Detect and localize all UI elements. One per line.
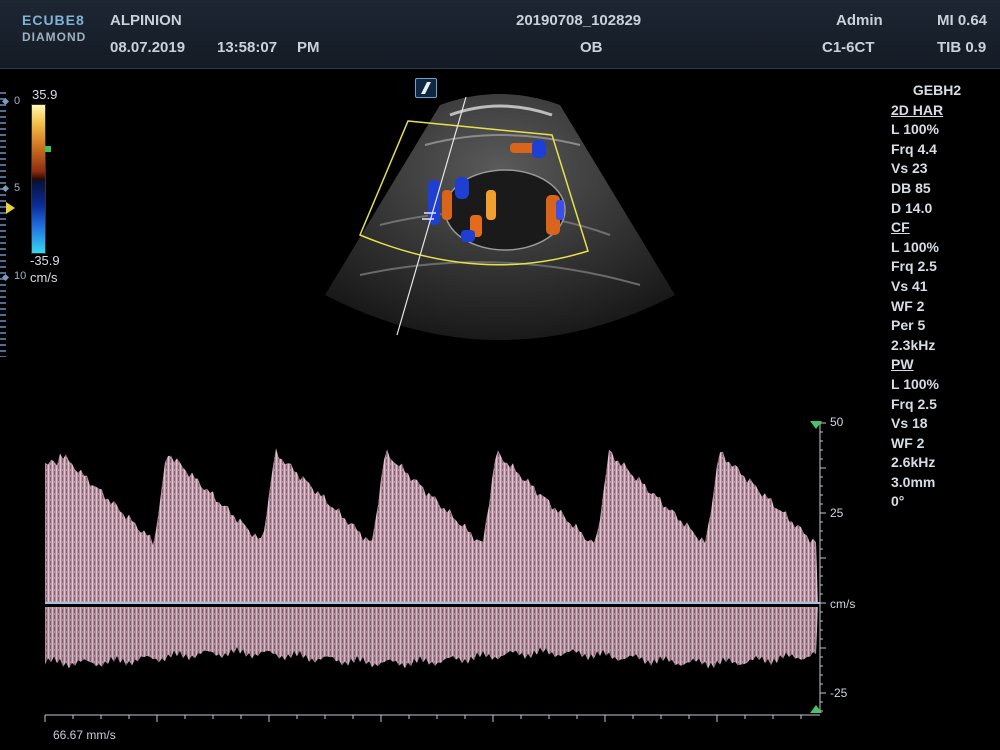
params-cf-title: CF <box>891 219 910 236</box>
logo-line2: DIAMOND <box>22 30 87 44</box>
params-pw-title: PW <box>891 356 914 373</box>
params-2d-item: Frq 4.4 <box>891 140 937 157</box>
params-cf-item: Vs 41 <box>891 277 928 294</box>
doppler-scale-top: 50 <box>830 415 844 429</box>
exam-date: 08.07.2019 <box>110 39 186 56</box>
color-scale-min: -35.9 <box>30 253 60 268</box>
params-cf-item: L 100% <box>891 238 939 255</box>
depth-label-10: 10 <box>14 270 27 282</box>
color-scale-max: 35.9 <box>32 87 58 102</box>
params-pw-item: L 100% <box>891 375 939 392</box>
logo-line1: ECUBE8 <box>22 12 85 28</box>
depth-label-0: 0 <box>14 95 21 107</box>
params-2d-item: Vs 23 <box>891 160 928 177</box>
params-cf-item: Per 5 <box>891 317 926 334</box>
color-velocity-bar <box>31 104 46 254</box>
pw-doppler-spectrum[interactable] <box>0 415 1000 730</box>
sweep-speed: 66.67 mm/s <box>53 728 116 742</box>
depth-ruler <box>0 92 6 357</box>
params-2d-item: L 100% <box>891 121 939 138</box>
doppler-scale-mid: 25 <box>830 506 844 520</box>
doppler-scale-unit: cm/s <box>830 597 856 611</box>
params-cf-item: 2.3kHz <box>891 336 936 353</box>
exam-ampm: PM <box>297 39 320 56</box>
product-logo: ECUBE8 DIAMOND <box>22 12 102 44</box>
brand-name: ALPINION <box>110 12 182 29</box>
params-2d-title: 2D HAR <box>891 101 944 118</box>
mechanical-index: MI 0.64 <box>937 12 988 29</box>
thermal-index-bone: TIB 0.9 <box>937 39 987 56</box>
color-baseline-marker <box>45 146 51 152</box>
user-name: Admin <box>836 12 883 29</box>
header-bar: ECUBE8 DIAMOND ALPINION 08.07.2019 13:58… <box>0 0 1000 69</box>
probe-name: C1-6CT <box>822 39 875 56</box>
b-mode-image[interactable] <box>320 85 680 355</box>
params-cf-item: WF 2 <box>891 297 925 314</box>
study-id: 20190708_102829 <box>516 12 642 29</box>
params-pw-item: Frq 2.5 <box>891 395 937 412</box>
application-preset: OB <box>580 39 603 56</box>
preset-name: GEBH2 <box>912 82 962 98</box>
focus-marker-icon[interactable] <box>6 202 16 214</box>
params-2d-item: DB 85 <box>891 179 931 196</box>
depth-label-5: 5 <box>14 182 21 194</box>
exam-time: 13:58:07 <box>217 39 278 56</box>
color-scale-unit: cm/s <box>30 270 58 285</box>
params-2d-item: D 14.0 <box>891 199 933 216</box>
doppler-scale-bottom: -25 <box>830 686 848 700</box>
params-cf-item: Frq 2.5 <box>891 258 937 275</box>
